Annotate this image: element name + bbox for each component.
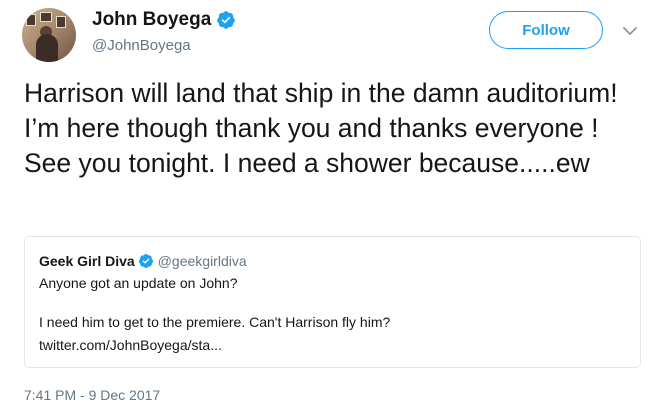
- quoted-tweet-line: I need him to get to the premiere. Can't…: [39, 314, 391, 330]
- chevron-down-icon[interactable]: [620, 21, 640, 41]
- quoted-author-name: Geek Girl Diva: [39, 253, 135, 269]
- quoted-tweet-card[interactable]: Geek Girl Diva @geekgirldiva Anyone got …: [24, 236, 641, 368]
- quoted-tweet-link[interactable]: twitter.com/JohnBoyega/sta...: [39, 336, 626, 355]
- author-name-row[interactable]: John Boyega: [92, 9, 236, 31]
- author-display-name[interactable]: John Boyega: [92, 9, 211, 31]
- tweet-header: John Boyega @JohnBoyega Follow: [0, 0, 656, 72]
- verified-badge-icon: [217, 11, 236, 29]
- tweet-text: Harrison will land that ship in the damn…: [24, 78, 633, 178]
- follow-button[interactable]: Follow: [489, 11, 603, 49]
- verified-badge-icon: [138, 254, 153, 268]
- avatar-frame-decor: [26, 14, 36, 26]
- quoted-tweet-header: Geek Girl Diva @geekgirldiva: [39, 252, 626, 270]
- author-handle[interactable]: @JohnBoyega: [92, 37, 236, 54]
- avatar-body: [36, 34, 58, 62]
- author-info: John Boyega @JohnBoyega: [92, 9, 236, 54]
- avatar-frame-decor: [56, 16, 66, 28]
- avatar-frame-decor: [40, 12, 52, 22]
- tweet-timestamp[interactable]: 7:41 PM - 9 Dec 2017: [24, 386, 160, 404]
- avatar[interactable]: [22, 8, 76, 62]
- quoted-author-handle: @geekgirldiva: [157, 253, 247, 269]
- quoted-tweet-line: Anyone got an update on John?: [39, 275, 238, 291]
